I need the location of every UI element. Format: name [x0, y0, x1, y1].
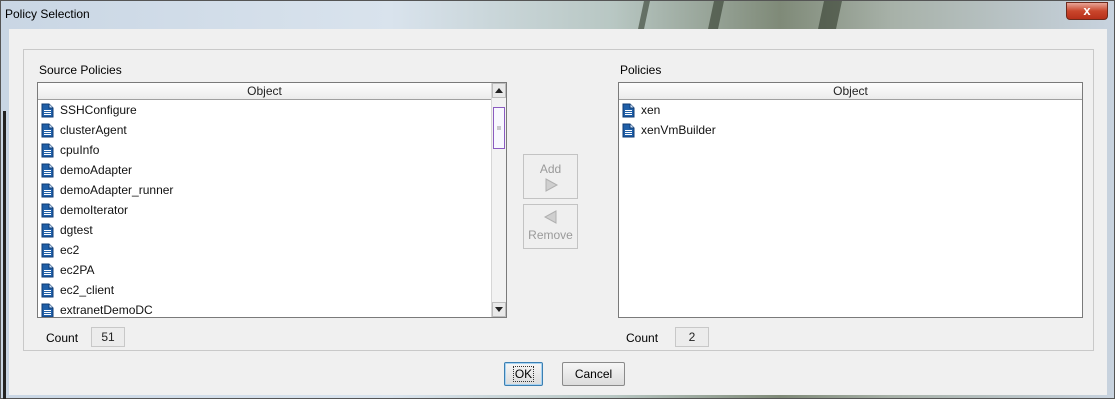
list-item-label: demoIterator	[60, 203, 129, 217]
source-count-value: 51	[91, 327, 125, 347]
list-item-label: ec2_client	[60, 283, 115, 297]
list-item[interactable]: demoAdapter	[38, 160, 506, 180]
document-icon	[41, 223, 54, 237]
document-icon	[41, 103, 54, 117]
list-item[interactable]: extranetDemoDC	[38, 300, 506, 317]
window-title: Policy Selection	[5, 7, 90, 21]
policies-count-value: 2	[675, 327, 709, 347]
add-button[interactable]: Add	[523, 154, 578, 199]
scroll-thumb[interactable]	[493, 107, 505, 149]
dialog-body: Source Policies Object SSHConfigure clust…	[9, 29, 1107, 395]
document-icon	[41, 263, 54, 277]
list-item[interactable]: dgtest	[38, 220, 506, 240]
list-item-label: xen	[641, 103, 661, 117]
list-item[interactable]: demoIterator	[38, 200, 506, 220]
list-item-label: xenVmBuilder	[641, 123, 716, 137]
source-policies-label: Source Policies	[39, 63, 122, 77]
source-object-column-header[interactable]: Object	[38, 83, 491, 100]
document-icon	[41, 163, 54, 177]
list-item[interactable]: clusterAgent	[38, 120, 506, 140]
cancel-button-label: Cancel	[574, 367, 613, 381]
list-item-label: ec2PA	[60, 263, 95, 277]
policies-label: Policies	[620, 63, 662, 77]
target-rows: xen xenVmBuilder	[619, 100, 1082, 140]
list-item[interactable]: ec2	[38, 240, 506, 260]
grip-icon	[497, 126, 501, 130]
policy-selection-window: Policy Selection x Source Policies Objec…	[0, 0, 1115, 399]
scroll-up-arrow[interactable]	[492, 83, 506, 98]
document-icon	[41, 283, 54, 297]
chevron-down-icon	[495, 307, 503, 312]
remove-button-label: Remove	[528, 228, 573, 242]
list-item-label: cpuInfo	[60, 143, 100, 157]
list-item-label: clusterAgent	[60, 123, 127, 137]
source-count-label: Count	[46, 331, 79, 345]
list-item[interactable]: cpuInfo	[38, 140, 506, 160]
titlebar-decoration	[818, 1, 842, 29]
list-item-label: extranetDemoDC	[60, 303, 153, 317]
policies-count-label: Count	[626, 331, 659, 345]
list-item[interactable]: SSHConfigure	[38, 100, 506, 120]
list-item[interactable]: xen	[619, 100, 1082, 120]
list-item[interactable]: ec2PA	[38, 260, 506, 280]
add-button-label: Add	[539, 162, 562, 176]
document-icon	[41, 203, 54, 217]
close-icon: x	[1083, 3, 1091, 18]
ok-button-label: OK	[512, 366, 535, 382]
list-item-label: dgtest	[60, 223, 93, 237]
policies-list[interactable]: Object xen xenVmBuilder	[618, 82, 1083, 318]
titlebar-decoration	[638, 1, 650, 29]
source-policies-list[interactable]: Object SSHConfigure clusterAgent cpuInfo de…	[37, 82, 507, 318]
source-vertical-scrollbar[interactable]	[491, 83, 506, 317]
document-icon	[41, 243, 54, 257]
list-item-label: SSHConfigure	[60, 103, 137, 117]
list-item-label: ec2	[60, 243, 80, 257]
titlebar-decoration	[708, 1, 724, 29]
list-item-label: demoAdapter_runner	[60, 183, 174, 197]
cancel-button[interactable]: Cancel	[562, 362, 625, 386]
list-item[interactable]: demoAdapter_runner	[38, 180, 506, 200]
arrow-left-icon	[543, 210, 556, 224]
policies-object-column-header[interactable]: Object	[619, 83, 1082, 100]
document-icon	[622, 123, 635, 137]
document-icon	[41, 143, 54, 157]
source-rows: SSHConfigure clusterAgent cpuInfo demoAdapt…	[38, 100, 506, 317]
ok-button[interactable]: OK	[504, 362, 543, 386]
chevron-up-icon	[495, 88, 503, 93]
list-item[interactable]: ec2_client	[38, 280, 506, 300]
document-icon	[41, 183, 54, 197]
list-item-label: demoAdapter	[60, 163, 133, 177]
document-icon	[622, 103, 635, 117]
close-button[interactable]: x	[1066, 2, 1108, 20]
document-icon	[41, 123, 54, 137]
document-icon	[41, 303, 54, 317]
title-bar[interactable]: Policy Selection x	[1, 1, 1114, 29]
scroll-down-arrow[interactable]	[492, 302, 506, 317]
window-left-edge	[3, 111, 6, 399]
remove-button[interactable]: Remove	[523, 204, 578, 249]
arrow-right-icon	[545, 178, 558, 192]
policy-group-panel: Source Policies Object SSHConfigure clust…	[23, 49, 1094, 351]
list-item[interactable]: xenVmBuilder	[619, 120, 1082, 140]
